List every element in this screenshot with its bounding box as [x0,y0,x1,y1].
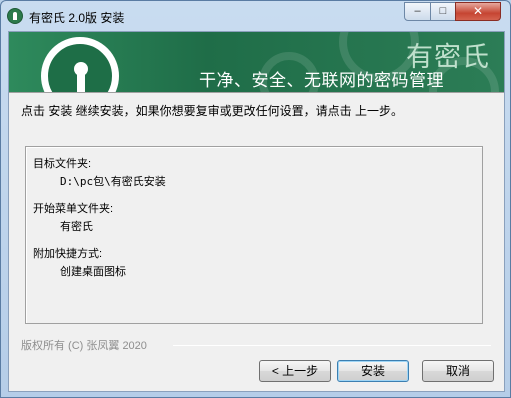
header-banner: 有密氏 干净、安全、无联网的密码管理 [9,32,504,92]
maximize-button[interactable]: □ [430,2,456,21]
ready-memo[interactable]: 目标文件夹: D:\pc包\有密氏安装 开始菜单文件夹: 有密氏 附加快捷方式:… [25,146,483,324]
cancel-button[interactable]: 取消 [422,360,494,382]
minimize-button[interactable]: – [404,2,431,21]
destination-value: D:\pc包\有密氏安装 [60,175,166,188]
install-button[interactable]: 安装 [337,360,409,382]
maximize-icon: □ [439,5,447,17]
destination-label: 目标文件夹: [33,158,92,170]
shortcuts-value: 创建桌面图标 [60,266,126,278]
instruction-text: 点击 安装 继续安装，如果你想要复审或更改任何设置，请点击 上一步。 [21,104,404,118]
shortcuts-label: 附加快捷方式: [33,248,103,260]
close-icon: ✕ [472,4,484,18]
start-menu-value: 有密氏 [60,221,93,233]
close-button[interactable]: ✕ [455,2,501,21]
header-divider [9,92,504,93]
footer-divider [173,345,491,346]
back-button[interactable]: < 上一步 [259,360,331,382]
minimize-icon: – [414,5,421,17]
copyright-text: 版权所有 (C) 张凤翼 2020 [21,340,147,352]
window-title: 有密氏 2.0版 安装 [29,11,125,25]
title-bar[interactable]: 有密氏 2.0版 安装 – □ ✕ [1,1,510,31]
brand-slogan: 干净、安全、无联网的密码管理 [199,71,444,90]
app-keyhole-icon [7,8,23,24]
installer-window: 有密氏 2.0版 安装 – □ ✕ 有密氏 干净、安全、无联网的密码管理 点击 … [0,0,511,398]
keyhole-stem [77,72,85,92]
wizard-page: 有密氏 干净、安全、无联网的密码管理 点击 安装 继续安装，如果你想要复审或更改… [8,31,505,392]
start-menu-label: 开始菜单文件夹: [33,203,114,215]
